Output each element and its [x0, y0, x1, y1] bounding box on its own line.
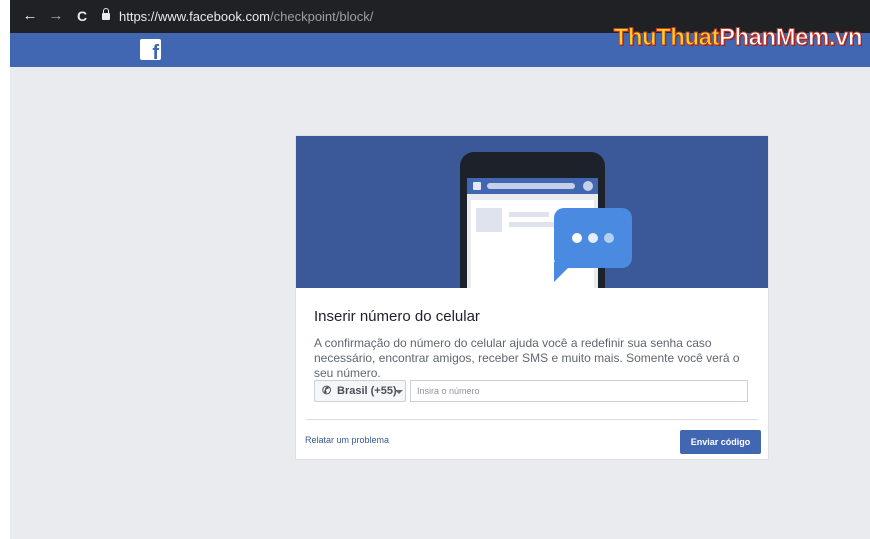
facebook-header: f ThuThuatPhanMem.vn [10, 24, 870, 67]
facebook-logo-letter: f [152, 42, 159, 60]
watermark-part1: ThuThuat [613, 24, 720, 52]
url-path: /checkpoint/block/ [270, 9, 374, 24]
country-label: Brasil (+55) [337, 385, 397, 397]
screen-topbar [467, 178, 598, 194]
screen-thumbnail [476, 208, 502, 232]
url-host: https://www.facebook.com [119, 9, 271, 24]
back-arrow-icon[interactable]: ← [20, 6, 40, 26]
typing-dot [588, 233, 598, 243]
card-title: Inserir número do celular [314, 308, 480, 325]
watermark-part2: PhanMem.vn [718, 24, 863, 52]
facebook-logo[interactable]: f [140, 39, 161, 60]
lock-icon [102, 8, 110, 20]
chat-bubble-tail [554, 262, 574, 282]
window-left-edge [0, 0, 10, 539]
card-description: A confirmação do número do celular ajuda… [314, 336, 740, 380]
screen-dot [583, 181, 593, 191]
forward-arrow-icon[interactable]: → [46, 6, 66, 26]
reload-icon[interactable]: C [72, 6, 92, 26]
report-problem-link[interactable]: Relatar um problema [305, 435, 389, 445]
typing-dot [604, 233, 614, 243]
watermark-logo: ThuThuatPhanMem.vn [613, 24, 863, 52]
divider [306, 419, 758, 420]
hero-illustration [296, 136, 768, 288]
caret-down-icon [395, 390, 403, 394]
phone-icon: ✆ [322, 385, 332, 397]
typing-dot [572, 233, 582, 243]
phone-number-card: Inserir número do celular A confirmação … [295, 135, 769, 460]
country-selector[interactable]: ✆ Brasil (+55) [314, 380, 406, 402]
screen-searchbar [487, 183, 575, 189]
phone-number-input[interactable] [410, 380, 748, 402]
screen-square [473, 182, 481, 190]
address-bar[interactable]: https://www.facebook.com/checkpoint/bloc… [102, 8, 373, 26]
screen-line [509, 212, 549, 217]
send-code-button[interactable]: Enviar código [680, 430, 761, 454]
